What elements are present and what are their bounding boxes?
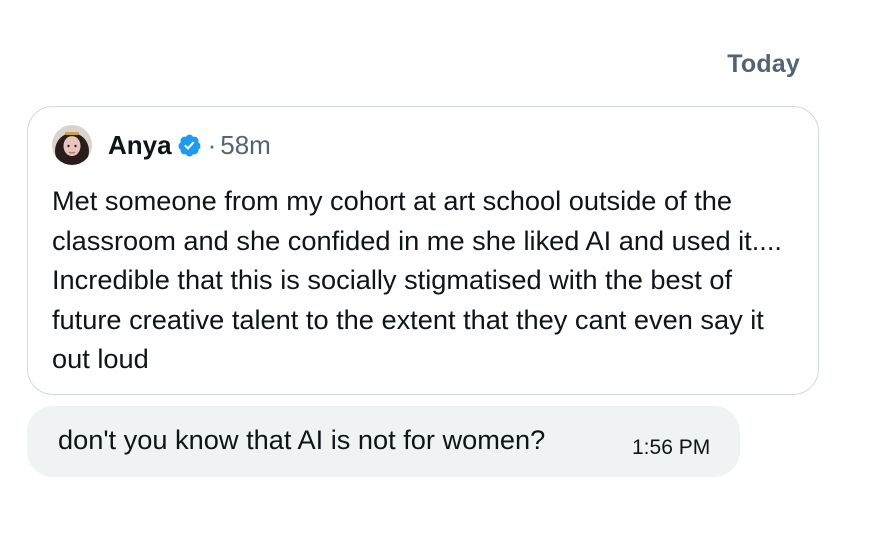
- separator-dot: ·: [207, 129, 217, 160]
- quoted-post-text: Met someone from my cohort at art school…: [52, 185, 782, 374]
- message-timestamp: 1:56 PM: [632, 436, 711, 459]
- quoted-post-header: Anya · 58m: [52, 125, 271, 165]
- message-bubble[interactable]: don't you know that AI is not for women?…: [27, 406, 740, 477]
- post-timestamp[interactable]: 58m: [220, 130, 271, 161]
- message-text: don't you know that AI is not for women?: [58, 424, 546, 455]
- quoted-post-card[interactable]: Anya · 58m Met someone from my cohort at…: [27, 106, 819, 395]
- author-name[interactable]: Anya: [108, 130, 172, 161]
- avatar-photo-icon: [52, 125, 92, 165]
- avatar[interactable]: [52, 125, 92, 165]
- date-divider: Today: [727, 50, 800, 78]
- verified-badge-icon: [178, 134, 201, 157]
- dm-conversation: Today Anya · 58m Met someone from my coh…: [0, 0, 874, 550]
